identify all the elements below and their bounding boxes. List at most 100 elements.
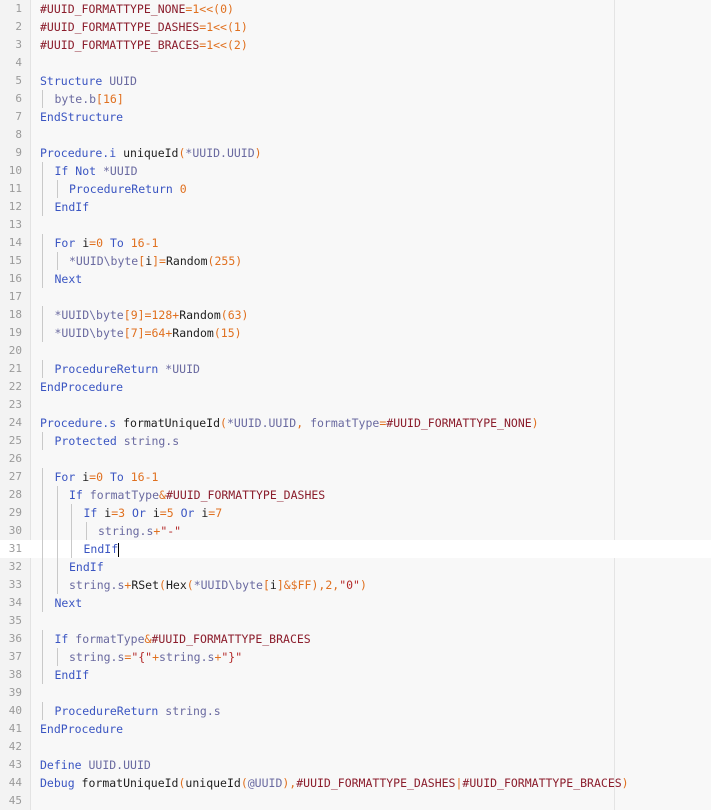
code-token: UUID.UUID [88, 758, 151, 772]
code-token: ) [359, 578, 367, 592]
code-line[interactable]: 33 string.s+RSet(Hex(*UUID\byte[i]&$FF),2… [0, 576, 711, 594]
code-line[interactable]: 10 If Not *UUID [0, 162, 711, 180]
code-line[interactable]: 27 For i=0 To 16-1 [0, 468, 711, 486]
code-token: EndIf [54, 668, 90, 682]
code-token: formatType [75, 632, 145, 646]
code-line[interactable]: 20 [0, 342, 711, 360]
code-line[interactable]: 4 [0, 54, 711, 72]
code-editor[interactable]: 1 #UUID_FORMATTYPE_NONE=1<<(0) 2 #UUID_FORM… [0, 0, 711, 810]
code-text: EndIf [55, 198, 90, 216]
code-token: 64 [151, 326, 166, 340]
code-line[interactable]: 44 Debug formatUniqueId(uniqueId(@UUID),#… [0, 774, 711, 792]
code-token: 0 [96, 470, 104, 484]
code-line[interactable]: 14 For i=0 To 16-1 [0, 234, 711, 252]
indent-guide [42, 702, 43, 720]
indent-guide [42, 630, 43, 648]
line-number: 17 [8, 290, 22, 303]
code-token: Random [172, 326, 214, 340]
line-number: 34 [8, 596, 22, 609]
line-number: 24 [8, 416, 22, 429]
code-text: ProcedureReturn *UUID [55, 360, 200, 378]
code-line[interactable]: 16 Next [0, 270, 711, 288]
code-line[interactable]: 37 string.s="{"+string.s+"}" [0, 648, 711, 666]
code-token: Protected [54, 434, 117, 448]
code-line[interactable]: 15 *UUID\byte[i]=Random(255) [0, 252, 711, 270]
code-token: "-" [160, 524, 182, 538]
code-line[interactable]: 23 [0, 396, 711, 414]
code-line[interactable]: 2 #UUID_FORMATTYPE_DASHES=1<<(1) [0, 18, 711, 36]
code-token: 128 [151, 308, 173, 322]
code-token: ) [240, 38, 248, 52]
code-line[interactable]: 43 Define UUID.UUID [0, 756, 711, 774]
code-line[interactable]: 34 Next [0, 594, 711, 612]
line-number: 32 [8, 560, 22, 573]
line-number: 30 [8, 524, 22, 537]
code-line[interactable]: 22 EndProcedure [0, 378, 711, 396]
code-token: *UUID\byte [69, 254, 139, 268]
line-number: 5 [15, 74, 22, 87]
code-line[interactable]: 40 ProcedureReturn string.s [0, 702, 711, 720]
code-line[interactable]: 9 Procedure.i uniqueId(*UUID.UUID) [0, 144, 711, 162]
code-line[interactable]: 18 *UUID\byte[9]=128+Random(63) [0, 306, 711, 324]
code-line[interactable]: 24 Procedure.s formatUniqueId(*UUID.UUID,… [0, 414, 711, 432]
code-token: 0 [220, 2, 228, 16]
indent-guide [56, 522, 58, 540]
code-token: @UUID [247, 776, 283, 790]
code-token: ) [621, 776, 629, 790]
code-token: UUID [109, 74, 137, 88]
code-line[interactable]: 12 EndIf [0, 198, 711, 216]
code-token: #UUID_FORMATTYPE_BRACES [462, 776, 622, 790]
code-text: If i=3 Or i=5 Or i=7 [84, 504, 223, 522]
code-token: string.s [165, 704, 221, 718]
code-line[interactable]: 41 EndProcedure [0, 720, 711, 738]
code-token: + [152, 650, 160, 664]
text-cursor [118, 542, 120, 557]
code-token: i [194, 506, 209, 520]
code-token: 7 [215, 506, 223, 520]
code-line[interactable]: 30 string.s+"-" [0, 522, 711, 540]
code-text: If formatType&#UUID_FORMATTYPE_BRACES [55, 630, 311, 648]
code-text: Define UUID.UUID [40, 756, 151, 774]
code-line[interactable]: 8 [0, 126, 711, 144]
indent-guide [42, 270, 43, 288]
code-line[interactable]: 35 [0, 612, 711, 630]
line-number: 39 [8, 686, 22, 699]
code-token: << [213, 20, 227, 34]
code-line[interactable]: 29 If i=3 Or i=5 Or i=7 [0, 504, 711, 522]
indent-guide [56, 558, 58, 576]
code-line[interactable]: 19 *UUID\byte[7]=64+Random(15) [0, 324, 711, 342]
code-line[interactable]: 5 Structure UUID [0, 72, 711, 90]
code-line[interactable]: 7 EndStructure [0, 108, 711, 126]
code-text: *UUID\byte[i]=Random(255) [69, 252, 242, 270]
code-line[interactable]: 1 #UUID_FORMATTYPE_NONE=1<<(0) [0, 0, 711, 18]
code-line[interactable]: 45 [0, 792, 711, 810]
code-text: string.s+"-" [98, 522, 181, 540]
line-number: 41 [8, 722, 22, 735]
code-line[interactable]: 11 ProcedureReturn 0 [0, 180, 711, 198]
code-line[interactable]: 6 byte.b[16] [0, 90, 711, 108]
code-token: uniqueId [116, 146, 179, 160]
code-line[interactable]: 17 [0, 288, 711, 306]
code-token: ), [282, 776, 297, 790]
code-line[interactable]: 36 If formatType&#UUID_FORMATTYPE_BRACES [0, 630, 711, 648]
code-text: #UUID_FORMATTYPE_NONE=1<<(0) [40, 0, 234, 18]
code-token: #UUID_FORMATTYPE_NONE [386, 416, 532, 430]
code-line[interactable]: 42 [0, 738, 711, 756]
code-line[interactable]: 28 If formatType&#UUID_FORMATTYPE_DASHES [0, 486, 711, 504]
code-line[interactable]: 31 EndIf [0, 540, 711, 558]
code-line[interactable]: 13 [0, 216, 711, 234]
code-text: Next [55, 594, 83, 612]
code-line[interactable]: 26 [0, 450, 711, 468]
code-line[interactable]: 3 #UUID_FORMATTYPE_BRACES=1<<(2) [0, 36, 711, 54]
code-line[interactable]: 32 EndIf [0, 558, 711, 576]
line-number: 29 [8, 506, 22, 519]
line-number: 35 [8, 614, 22, 627]
code-token: ( [226, 20, 234, 34]
code-line[interactable]: 38 EndIf [0, 666, 711, 684]
code-line[interactable]: 21 ProcedureReturn *UUID [0, 360, 711, 378]
code-line[interactable]: 25 Protected string.s [0, 432, 711, 450]
code-line[interactable]: 39 [0, 684, 711, 702]
